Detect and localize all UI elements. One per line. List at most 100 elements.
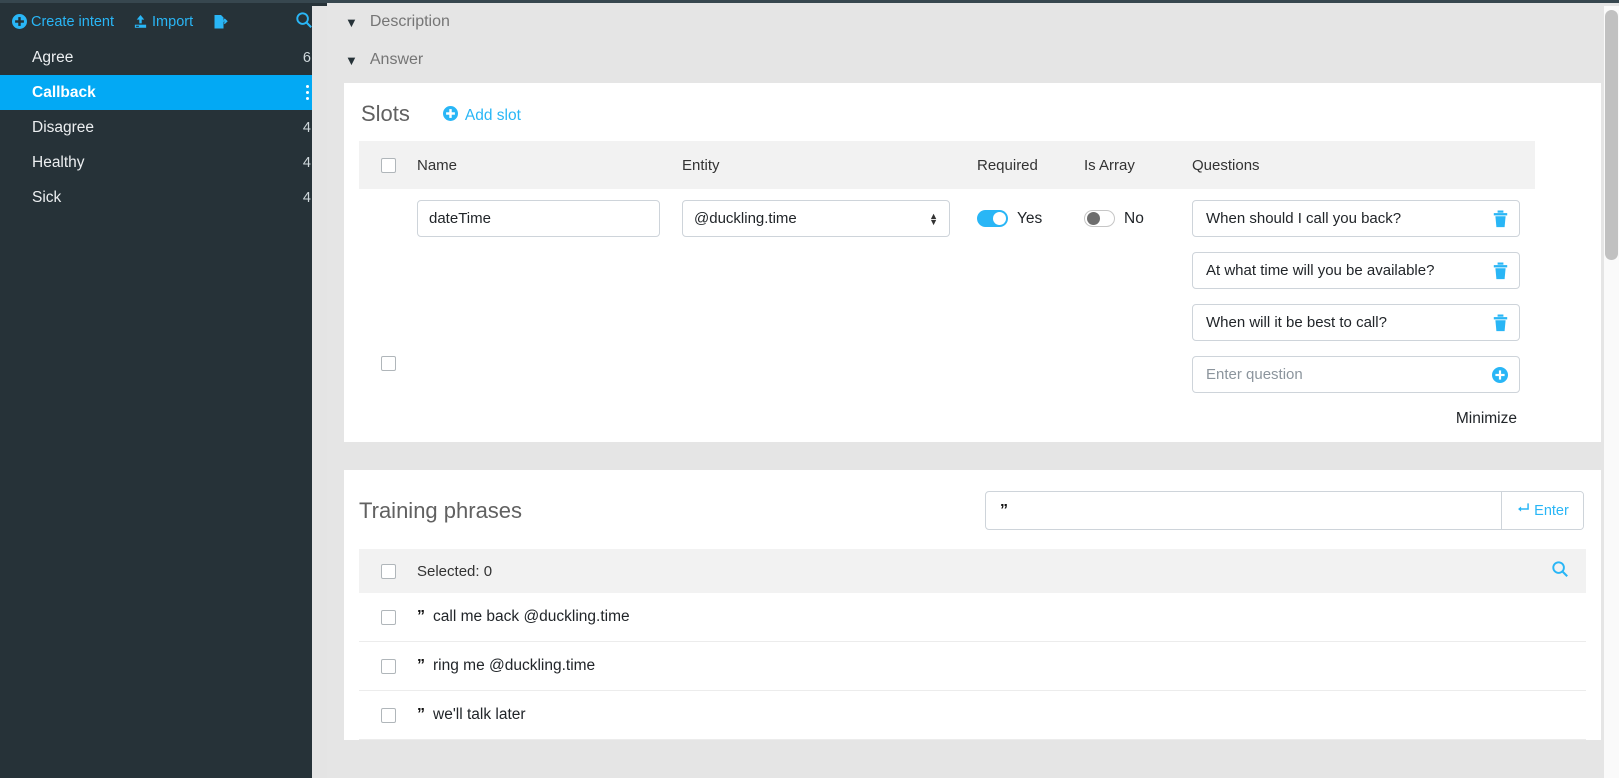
column-header-name: Name [417, 157, 682, 174]
column-header-required: Required [977, 157, 1084, 174]
sidebar-toolbar: Create intent Import [0, 3, 327, 40]
search-phrases-button[interactable] [1551, 560, 1569, 582]
upload-icon [133, 14, 148, 29]
export-icon [212, 14, 228, 30]
enter-button[interactable]: Enter [1501, 492, 1583, 529]
main-scrollbar[interactable] [1604, 6, 1619, 778]
add-question-icon[interactable] [1492, 367, 1508, 383]
sidebar-scrollbar[interactable] [312, 6, 327, 778]
chevron-down-icon: ▼ [345, 16, 358, 29]
sidebar-item-callback[interactable]: Callback [0, 75, 327, 110]
training-phrases-title: Training phrases [359, 498, 985, 524]
is-array-toggle[interactable] [1084, 210, 1115, 227]
question-row[interactable]: When will it be best to call? [1192, 304, 1520, 341]
column-header-questions: Questions [1192, 157, 1535, 174]
intent-count: 6 [303, 50, 311, 66]
intent-count: 4 [303, 190, 311, 206]
import-label: Import [152, 14, 193, 30]
add-slot-button[interactable]: Add slot [443, 106, 521, 126]
slots-table-header: Name Entity Required Is Array Questions [359, 141, 1535, 189]
column-header-is-array: Is Array [1084, 157, 1192, 174]
select-all-phrases-checkbox[interactable] [381, 564, 396, 579]
is-array-toggle-label: No [1124, 210, 1144, 228]
required-toggle-label: Yes [1017, 210, 1042, 228]
list-item[interactable]: ” ring me @duckling.time [359, 642, 1586, 691]
question-text: At what time will you be available? [1206, 262, 1434, 279]
chevron-updown-icon: ▲▼ [929, 213, 938, 225]
training-phrases-toolbar: Selected: 0 [359, 549, 1586, 593]
create-intent-button[interactable]: Create intent [12, 14, 114, 30]
export-button[interactable] [212, 14, 232, 30]
slot-is-array-cell: No [1084, 200, 1192, 428]
scrollbar-thumb[interactable] [1605, 10, 1618, 260]
select-all-phrases-cell [359, 564, 417, 579]
intent-name: Callback [32, 84, 304, 102]
training-phrase-input-group: ” Enter [985, 491, 1584, 530]
slot-entity-select[interactable]: @duckling.time ▲▼ [682, 200, 950, 237]
plus-circle-icon [443, 106, 458, 126]
section-label: Answer [370, 51, 423, 69]
add-slot-label: Add slot [465, 107, 521, 125]
select-all-cell [359, 158, 417, 173]
questions-list: When should I call you back? At what tim… [1192, 200, 1520, 393]
training-phrase-input[interactable]: ” [986, 492, 1501, 529]
column-header-entity: Entity [682, 157, 977, 174]
phrase-checkbox[interactable] [381, 610, 396, 625]
quote-icon: ” [417, 706, 424, 724]
intent-count: 4 [303, 120, 311, 136]
intent-list: Agree 6 Callback Disagree 4 Healthy 4 Si… [0, 40, 327, 215]
question-text: When should I call you back? [1206, 210, 1401, 227]
page-title: Slots [361, 101, 410, 127]
list-item[interactable]: ” we'll talk later [359, 691, 1586, 740]
table-row: dateTime @duckling.time ▲▼ Yes [359, 189, 1535, 428]
more-options-icon[interactable] [304, 85, 312, 101]
chevron-down-icon: ▼ [345, 54, 358, 67]
delete-question-icon[interactable] [1493, 262, 1508, 279]
sidebar-search-button[interactable] [295, 11, 313, 33]
phrase-select-cell [359, 708, 417, 723]
phrase-text: we'll talk later [433, 706, 526, 724]
section-header-answer[interactable]: ▼ Answer [327, 41, 1619, 79]
sidebar-item-agree[interactable]: Agree 6 [0, 40, 327, 75]
question-row[interactable]: When should I call you back? [1192, 200, 1520, 237]
sidebar-item-sick[interactable]: Sick 4 [0, 180, 327, 215]
question-row[interactable]: At what time will you be available? [1192, 252, 1520, 289]
sidebar-item-disagree[interactable]: Disagree 4 [0, 110, 327, 145]
slot-entity-value: @duckling.time [694, 210, 797, 227]
create-intent-label: Create intent [31, 14, 114, 30]
training-phrases-header: Training phrases ” Enter [344, 470, 1601, 549]
sidebar-item-healthy[interactable]: Healthy 4 [0, 145, 327, 180]
row-checkbox[interactable] [381, 356, 396, 371]
import-button[interactable]: Import [133, 14, 193, 30]
slot-required-cell: Yes [977, 200, 1084, 428]
new-question-input[interactable]: Enter question [1192, 356, 1520, 393]
required-toggle[interactable] [977, 210, 1008, 227]
search-icon [295, 11, 313, 33]
slots-table: Name Entity Required Is Array Questions … [359, 141, 1535, 428]
slot-entity-cell: @duckling.time ▲▼ [682, 200, 977, 428]
enter-label: Enter [1534, 503, 1569, 519]
slot-name-input[interactable]: dateTime [417, 200, 660, 237]
minimize-button[interactable]: Minimize [1192, 393, 1520, 428]
delete-question-icon[interactable] [1493, 314, 1508, 331]
section-label: Description [370, 13, 450, 31]
sidebar: Create intent Import Agree 6 Callback [0, 0, 327, 778]
phrase-checkbox[interactable] [381, 708, 396, 723]
phrase-select-cell [359, 610, 417, 625]
section-header-description[interactable]: ▼ Description [327, 3, 1619, 41]
slot-name-cell: dateTime [417, 200, 682, 428]
question-text: When will it be best to call? [1206, 314, 1387, 331]
phrase-text: call me back @duckling.time [433, 608, 630, 626]
row-select-cell [359, 200, 417, 428]
delete-question-icon[interactable] [1493, 210, 1508, 227]
slot-questions-cell: When should I call you back? At what tim… [1192, 200, 1535, 428]
training-phrases-card: Training phrases ” Enter Selected: 0 [344, 470, 1601, 740]
select-all-checkbox[interactable] [381, 158, 396, 173]
phrase-checkbox[interactable] [381, 659, 396, 674]
search-icon [1551, 560, 1569, 582]
intent-name: Healthy [32, 154, 303, 172]
main-content: ▼ Description ▼ Answer Slots Add slot Na… [327, 0, 1619, 778]
intent-name: Sick [32, 189, 303, 207]
list-item[interactable]: ” call me back @duckling.time [359, 593, 1586, 642]
intent-name: Disagree [32, 119, 303, 137]
